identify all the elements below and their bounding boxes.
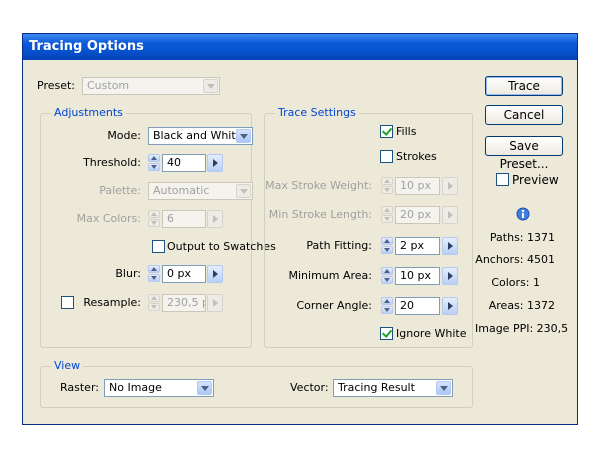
preset-label: Preset: (37, 79, 76, 92)
corner-angle-input[interactable]: 20 (395, 297, 440, 315)
trace-button[interactable]: Trace (485, 76, 563, 96)
dialog-title: Tracing Options (23, 34, 577, 60)
threshold-input[interactable]: 40 (162, 154, 206, 172)
mode-dropdown[interactable]: Black and White (148, 127, 253, 145)
corner-angle-label: Corner Angle: (296, 299, 372, 312)
fills-label: Fills (396, 125, 417, 138)
strokes-checkbox[interactable] (380, 150, 393, 163)
info-icon (516, 207, 530, 221)
cancel-button[interactable]: Cancel (485, 105, 563, 125)
raster-value: No Image (109, 381, 162, 394)
spin-arrows-icon[interactable] (148, 265, 162, 283)
output-to-swatches-checkbox[interactable] (152, 240, 165, 253)
preset-value: Custom (87, 79, 130, 92)
mode-label: Mode: (107, 129, 141, 142)
palette-dropdown[interactable]: Automatic (148, 182, 253, 200)
arrow-right-icon[interactable] (207, 154, 223, 172)
tracing-options-dialog: Tracing Options Preset: Custom Adjustmen… (22, 33, 578, 425)
path-fitting-input[interactable]: 2 px (395, 237, 440, 255)
minimum-area-input[interactable]: 10 px (395, 267, 440, 285)
mode-value: Black and White (153, 129, 243, 142)
adjustments-legend: Adjustments (51, 107, 126, 119)
ignore-white-checkbox[interactable] (380, 327, 393, 340)
fills-checkbox[interactable] (380, 125, 393, 138)
chevron-down-icon (236, 184, 251, 198)
min-stroke-length-input[interactable]: 20 px (395, 206, 440, 224)
adjustments-group: Adjustments Mode: Black and White Thresh… (40, 107, 276, 348)
arrow-right-icon[interactable] (442, 237, 458, 255)
output-to-swatches-label: Output to Swatches (167, 240, 276, 253)
stat-anchors: Anchors: 4501 (475, 253, 555, 266)
path-fitting-label: Path Fitting: (306, 239, 372, 252)
preset-dropdown[interactable]: Custom (82, 77, 220, 95)
palette-value: Automatic (153, 184, 210, 197)
vector-dropdown[interactable]: Tracing Result (333, 379, 453, 397)
raster-dropdown[interactable]: No Image (104, 379, 214, 397)
stat-image-ppi: Image PPI: 230,5 (475, 322, 569, 335)
spin-arrows-icon[interactable] (381, 297, 395, 315)
arrow-right-icon[interactable] (207, 294, 223, 312)
trace-settings-group: Trace Settings Fills Strokes Max Stroke … (264, 107, 473, 348)
view-legend: View (51, 360, 84, 372)
blur-label: Blur: (115, 267, 141, 280)
resample-label: Resample: (83, 296, 141, 309)
palette-label: Palette: (99, 184, 141, 197)
raster-label: Raster: (60, 381, 99, 394)
arrow-right-icon[interactable] (442, 267, 458, 285)
arrow-right-icon[interactable] (207, 210, 223, 228)
max-colors-input[interactable]: 6 (162, 210, 206, 228)
resample-input[interactable]: 230,5 px (162, 294, 206, 312)
threshold-label: Threshold: (83, 156, 141, 169)
chevron-down-icon (203, 79, 218, 93)
max-colors-label: Max Colors: (76, 212, 141, 225)
ignore-white-label: Ignore White (396, 327, 467, 340)
chevron-down-icon (197, 381, 212, 395)
spin-arrows-icon[interactable] (148, 210, 162, 228)
arrow-right-icon[interactable] (442, 297, 458, 315)
view-group: View Raster: No Image Vector: Tracing Re… (40, 360, 473, 408)
blur-input[interactable]: 0 px (162, 265, 206, 283)
save-preset-button[interactable]: Save Preset... (485, 136, 563, 171)
vector-label: Vector: (290, 381, 329, 394)
preview-checkbox[interactable] (496, 173, 509, 186)
arrow-right-icon[interactable] (442, 206, 458, 224)
spin-arrows-icon[interactable] (148, 154, 162, 172)
stat-areas: Areas: 1372 (488, 299, 555, 312)
stat-colors: Colors: 1 (491, 276, 540, 289)
chevron-down-icon (436, 381, 451, 395)
spin-arrows-icon[interactable] (381, 237, 395, 255)
arrow-right-icon[interactable] (207, 265, 223, 283)
trace-settings-legend: Trace Settings (275, 107, 359, 119)
max-stroke-weight-input[interactable]: 10 px (395, 177, 440, 195)
max-stroke-weight-label: Max Stroke Weight: (265, 179, 372, 192)
strokes-label: Strokes (396, 150, 437, 163)
minimum-area-label: Minimum Area: (288, 269, 373, 282)
stat-paths: Paths: 1371 (489, 231, 555, 244)
arrow-right-icon[interactable] (442, 177, 458, 195)
spin-arrows-icon[interactable] (381, 206, 395, 224)
spin-arrows-icon[interactable] (381, 267, 395, 285)
chevron-down-icon (236, 129, 251, 143)
spin-arrows-icon[interactable] (381, 177, 395, 195)
vector-value: Tracing Result (338, 381, 415, 394)
dialog-client: Preset: Custom Adjustments Mode: Black a… (23, 60, 577, 424)
min-stroke-length-label: Min Stroke Length: (268, 208, 372, 221)
preview-label: Preview (512, 173, 559, 187)
spin-arrows-icon[interactable] (148, 294, 162, 312)
